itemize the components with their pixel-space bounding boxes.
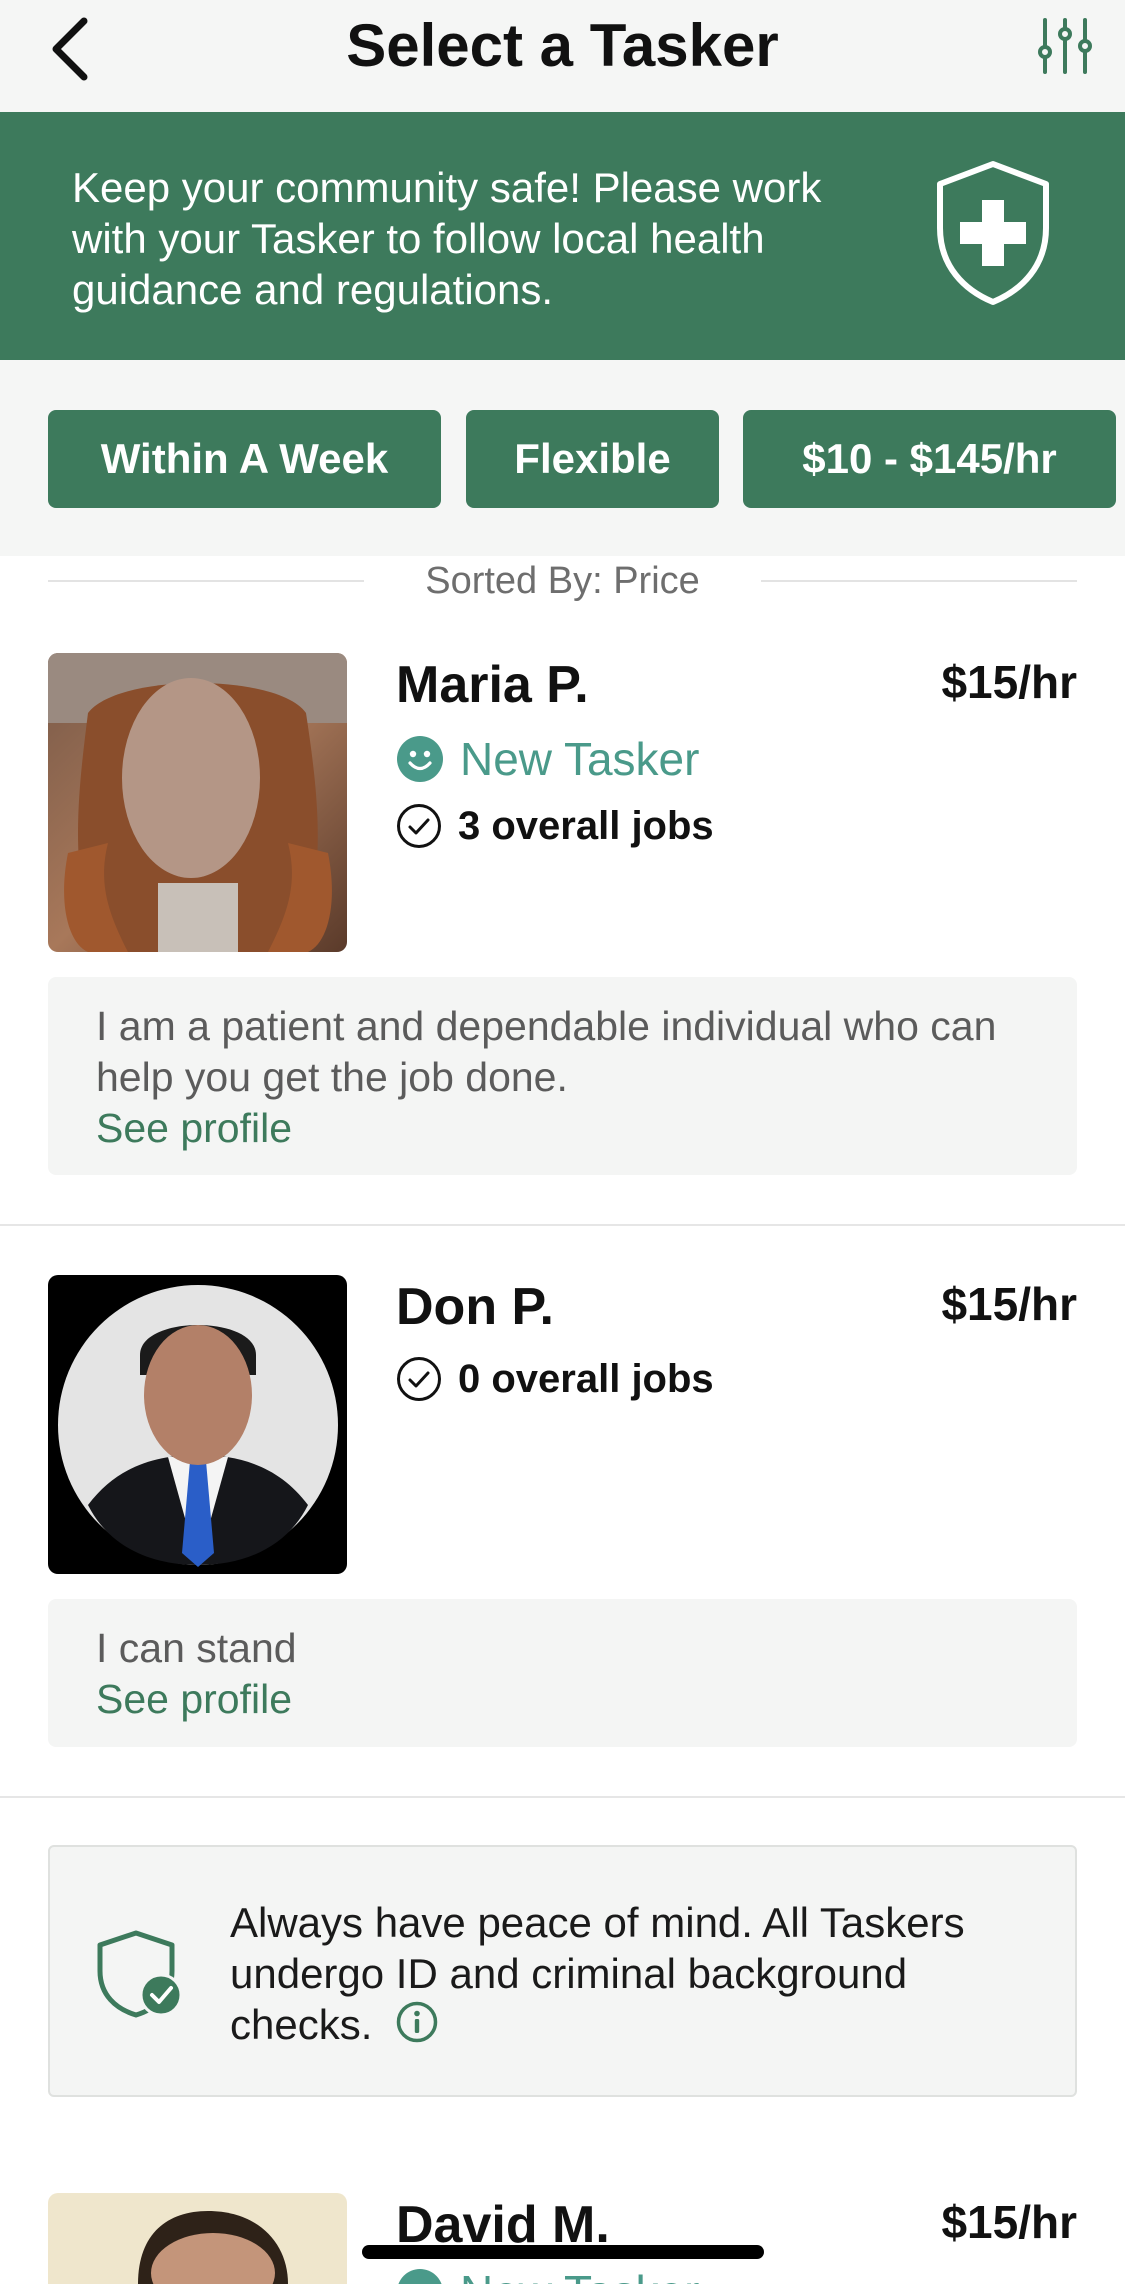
time-filter-chip[interactable]: Flexible bbox=[466, 410, 719, 508]
bio-text: I am a patient and dependable individual… bbox=[96, 1003, 997, 1100]
shield-check-icon bbox=[97, 1930, 183, 2018]
new-tasker-badge: New Tasker bbox=[396, 731, 699, 787]
jobs-count: 0 overall jobs bbox=[396, 1354, 714, 1404]
avatar[interactable] bbox=[48, 653, 347, 952]
divider bbox=[0, 1224, 1125, 1226]
divider-line bbox=[761, 580, 1077, 582]
banner-text: Keep your community safe! Please work wi… bbox=[72, 164, 822, 313]
background-check-notice: Always have peace of mind. All Taskers u… bbox=[48, 1845, 1077, 2097]
jobs-count: 3 overall jobs bbox=[396, 801, 714, 851]
avatar[interactable] bbox=[48, 1275, 347, 1574]
price-filter-chip[interactable]: $10 - $145/hr bbox=[743, 410, 1116, 508]
tasker-bio: I can stand See profile bbox=[48, 1599, 1077, 1747]
tasker-rate: $15/hr bbox=[941, 656, 1077, 708]
tasker-bio: I am a patient and dependable individual… bbox=[48, 977, 1077, 1175]
sliders-icon bbox=[1038, 18, 1092, 74]
badge-label: New Tasker bbox=[460, 733, 700, 785]
jobs-label: 0 overall jobs bbox=[458, 1357, 714, 1401]
shield-plus-icon bbox=[937, 161, 1049, 305]
jobs-label: 3 overall jobs bbox=[458, 804, 714, 848]
see-profile-link[interactable]: See profile bbox=[96, 1103, 292, 1154]
filter-chips-bar: Within A Week Flexible $10 - $145/hr bbox=[0, 360, 1125, 556]
avatar[interactable] bbox=[48, 2193, 347, 2284]
see-profile-link[interactable]: See profile bbox=[96, 1674, 292, 1725]
new-tasker-badge: New Tasker bbox=[396, 2268, 699, 2284]
filter-button[interactable] bbox=[1033, 14, 1097, 78]
tasker-name: Maria P. bbox=[396, 656, 589, 714]
date-filter-chip[interactable]: Within A Week bbox=[48, 410, 441, 508]
info-icon[interactable] bbox=[396, 2001, 438, 2054]
badge-label: New Tasker bbox=[460, 2268, 699, 2284]
bio-text: I can stand bbox=[96, 1625, 297, 1671]
smiley-icon bbox=[396, 2268, 444, 2284]
sort-divider: Sorted By: Price bbox=[48, 556, 1077, 606]
tasker-rate: $15/hr bbox=[941, 2196, 1077, 2248]
tasker-rate: $15/hr bbox=[941, 1278, 1077, 1330]
page-title: Select a Tasker bbox=[346, 12, 779, 79]
smiley-icon bbox=[396, 735, 444, 783]
top-nav-bar: Select a Tasker bbox=[0, 0, 1125, 112]
divider bbox=[0, 1796, 1125, 1798]
home-indicator[interactable] bbox=[362, 2245, 764, 2259]
health-safety-banner: Keep your community safe! Please work wi… bbox=[0, 112, 1125, 360]
tasker-name: Don P. bbox=[396, 1278, 554, 1336]
check-circle-icon bbox=[396, 1356, 442, 1402]
trust-text: Always have peace of mind. All Taskers u… bbox=[230, 1897, 1050, 2054]
trust-message: Always have peace of mind. All Taskers u… bbox=[230, 1899, 965, 2048]
check-circle-icon bbox=[396, 803, 442, 849]
